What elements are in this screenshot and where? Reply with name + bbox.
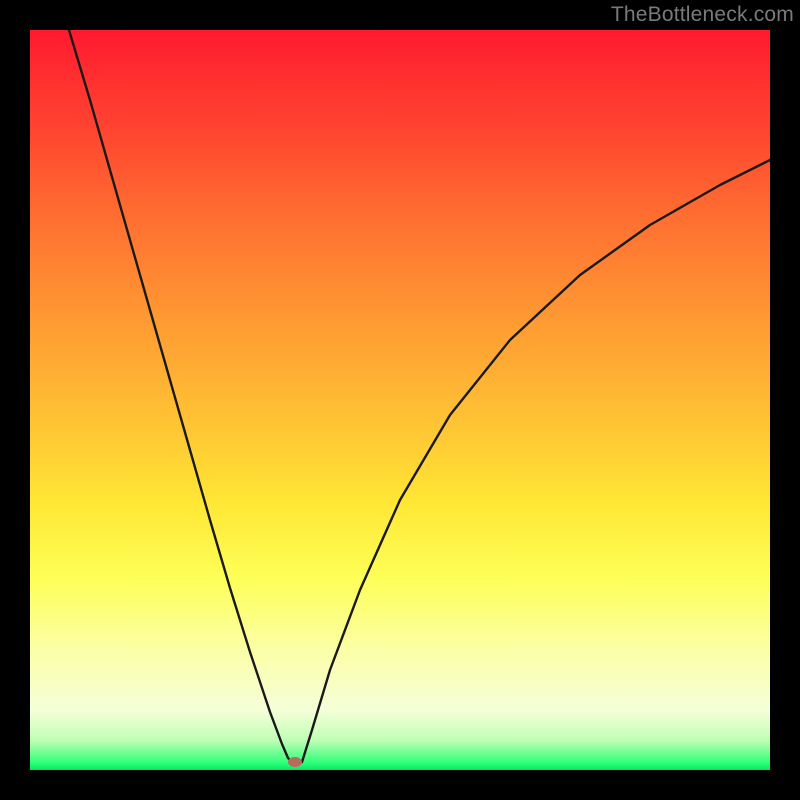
watermark-label: TheBottleneck.com: [611, 3, 794, 27]
chart-gradient-canvas: [30, 30, 770, 770]
